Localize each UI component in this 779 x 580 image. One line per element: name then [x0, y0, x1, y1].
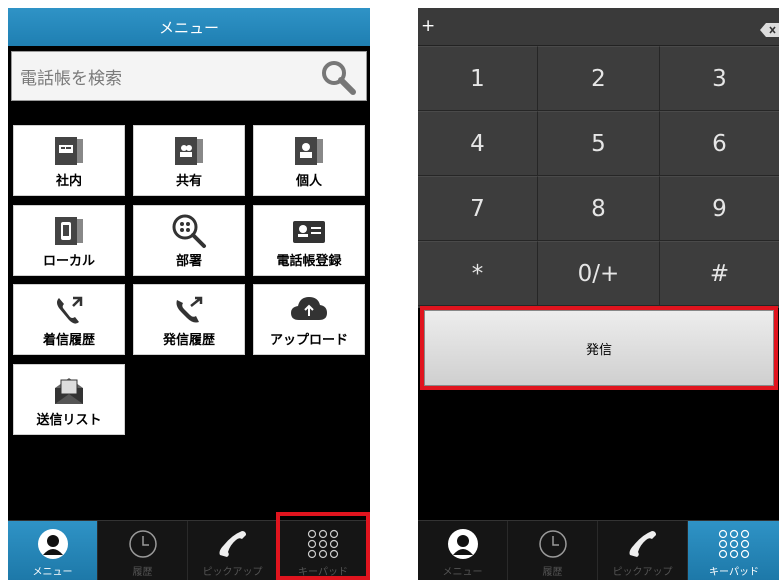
dial-input[interactable]: + [421, 16, 435, 36]
key-7[interactable]: 7 [418, 176, 538, 241]
bottom-nav: メニュー 履歴 ピックアップ キーパッド [418, 520, 779, 580]
tile-label: 部署 [175, 254, 202, 269]
tile-department[interactable]: 部署 [133, 205, 245, 276]
search-input[interactable]: 電話帳を検索 [11, 51, 367, 101]
incoming-call-icon [14, 290, 124, 330]
department-search-icon [134, 211, 244, 251]
page-title: メニュー [158, 18, 219, 37]
nav-label: メニュー [32, 567, 73, 578]
keypad-screen: + 1 2 3 4 5 6 7 8 9 * 0/+ # 発信 メニュー 履歴 ピ… [418, 8, 779, 580]
key-8[interactable]: 8 [538, 176, 660, 241]
add-contact-icon [254, 211, 364, 251]
keypad-icon [688, 527, 779, 561]
nav-label: 履歴 [542, 567, 563, 578]
nav-tab-keypad[interactable]: キーパッド [688, 521, 779, 580]
key-3[interactable]: 3 [660, 46, 779, 111]
tile-label: ローカル [42, 254, 95, 269]
menu-header: メニュー [8, 8, 370, 46]
nav-tab-menu[interactable]: メニュー [8, 521, 98, 580]
menu-screen: メニュー 電話帳を検索 社内 共有 個人 ローカル 部署 電話帳登録 着信履歴 … [8, 8, 370, 580]
tile-label: 電話帳登録 [276, 254, 342, 269]
tile-label: 送信リスト [36, 413, 102, 428]
tile-local[interactable]: ローカル [13, 205, 125, 276]
key-9[interactable]: 9 [660, 176, 779, 241]
tile-label: 発信履歴 [162, 333, 215, 348]
tile-send-list[interactable]: 送信リスト [13, 364, 125, 435]
tile-label: 共有 [175, 174, 202, 189]
dial-input-bar[interactable]: + [418, 8, 779, 46]
personal-contacts-icon [254, 131, 364, 171]
tile-label: 個人 [295, 174, 322, 189]
send-list-icon [14, 370, 124, 410]
tile-incoming-history[interactable]: 着信履歴 [13, 284, 125, 355]
call-button-highlight [420, 306, 778, 390]
person-icon [8, 527, 97, 561]
key-0-plus[interactable]: 0/+ [538, 241, 660, 306]
tile-outgoing-history[interactable]: 発信履歴 [133, 284, 245, 355]
phone-handset-icon [598, 527, 687, 561]
shared-contacts-icon [134, 131, 244, 171]
tile-personal[interactable]: 個人 [253, 125, 365, 196]
search-icon[interactable] [320, 59, 356, 99]
nav-tab-menu[interactable]: メニュー [418, 521, 508, 580]
tile-company[interactable]: 社内 [13, 125, 125, 196]
key-hash[interactable]: # [660, 241, 779, 306]
nav-label: ピックアップ [202, 567, 263, 578]
key-1[interactable]: 1 [418, 46, 538, 111]
clock-icon [98, 527, 187, 561]
tile-add-contact[interactable]: 電話帳登録 [253, 205, 365, 276]
tile-shared[interactable]: 共有 [133, 125, 245, 196]
cloud-upload-icon [254, 290, 364, 330]
nav-label: メニュー [442, 567, 483, 578]
person-icon [418, 527, 507, 561]
outgoing-call-icon [134, 290, 244, 330]
backspace-icon[interactable] [760, 22, 779, 41]
tile-label: 着信履歴 [42, 333, 95, 348]
local-phone-icon [14, 211, 124, 251]
keypad-grid: 1 2 3 4 5 6 7 8 9 * 0/+ # [418, 46, 779, 308]
key-star[interactable]: * [418, 241, 538, 306]
search-placeholder: 電話帳を検索 [20, 68, 122, 89]
phone-handset-icon [188, 527, 277, 561]
key-6[interactable]: 6 [660, 111, 779, 176]
company-directory-icon [14, 131, 124, 171]
key-2[interactable]: 2 [538, 46, 660, 111]
nav-label: ピックアップ [612, 567, 673, 578]
nav-label: 履歴 [132, 567, 153, 578]
tile-upload[interactable]: アップロード [253, 284, 365, 355]
nav-tab-pickup[interactable]: ピックアップ [598, 521, 688, 580]
key-5[interactable]: 5 [538, 111, 660, 176]
nav-tab-pickup[interactable]: ピックアップ [188, 521, 278, 580]
key-4[interactable]: 4 [418, 111, 538, 176]
tile-label: アップロード [269, 333, 348, 348]
tile-label: 社内 [55, 174, 82, 189]
clock-icon [508, 527, 597, 561]
keypad-tab-highlight [276, 512, 370, 580]
nav-label: キーパッド [709, 567, 759, 578]
nav-tab-history[interactable]: 履歴 [98, 521, 188, 580]
nav-tab-history[interactable]: 履歴 [508, 521, 598, 580]
